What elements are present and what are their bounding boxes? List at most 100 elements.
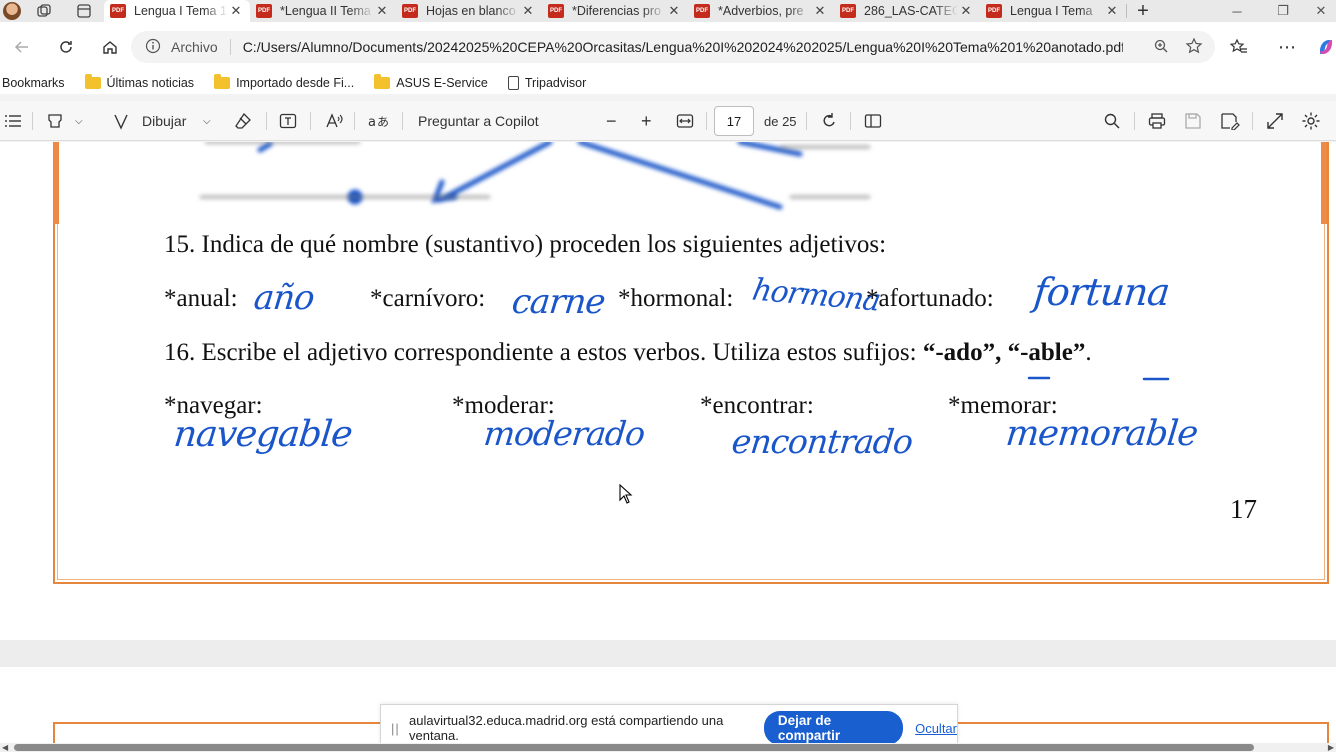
divider <box>229 39 231 55</box>
word-hormonal: *hormonal: <box>618 285 734 312</box>
fit-width-icon[interactable] <box>676 101 694 141</box>
refresh-icon[interactable] <box>44 31 88 63</box>
profile-avatar[interactable] <box>0 0 24 22</box>
suffix-ado: “-ado” <box>922 339 996 366</box>
bookmark-folder-importado[interactable]: Importado desde Fi... <box>214 74 355 90</box>
zoom-out-icon[interactable]: − <box>606 101 617 141</box>
favorite-star-icon[interactable] <box>1185 37 1203 58</box>
tab-hojas-en-blanco[interactable]: PDF Hojas en blanco ✕ <box>396 0 542 22</box>
pdf-page-17: 15. Indica de qué nombre (sustantivo) pr… <box>0 142 1336 640</box>
question-16-text: 16. Escribe el adjetivo correspondiente … <box>164 339 917 366</box>
print-icon[interactable] <box>1148 101 1166 141</box>
bookmark-label: ASUS E-Service <box>396 76 488 90</box>
new-tab-button[interactable]: + <box>1127 0 1159 23</box>
tab-lengua-i-tema-1[interactable]: PDF Lengua I Tema 1 ✕ <box>104 0 250 22</box>
bookmark-item-bookmarks[interactable]: Bookmarks <box>2 76 65 90</box>
highlight-icon[interactable] <box>46 101 64 141</box>
hide-link[interactable]: Ocultar <box>915 721 957 736</box>
url-text[interactable]: C:/Users/Alumno/Documents/20242025%20CEP… <box>243 39 1123 55</box>
translate-icon[interactable]: aあ <box>368 101 388 141</box>
answer-encontrar: encontrado <box>729 422 915 461</box>
answer-moderar: moderado <box>481 414 647 453</box>
bookmark-folder-asus[interactable]: ASUS E-Service <box>374 74 488 90</box>
minimize-icon[interactable]: ─ <box>1214 0 1260 22</box>
pdf-icon: PDF <box>548 4 564 18</box>
suffix-underline-marks <box>1027 376 1170 381</box>
tab-las-categ[interactable]: PDF 286_LAS-CATEG ✕ <box>834 0 980 22</box>
answer-navegar: navegable <box>171 414 354 455</box>
tab-title: Hojas en blanco <box>426 4 516 18</box>
address-bar[interactable]: Archivo C:/Users/Alumno/Documents/202420… <box>131 31 1215 63</box>
tab-actions-icon[interactable] <box>64 0 104 22</box>
answer-memorar: memorable <box>1003 414 1200 454</box>
pdf-viewer[interactable]: 15. Indica de qué nombre (sustantivo) pr… <box>0 142 1336 752</box>
close-icon[interactable]: ✕ <box>1104 3 1120 19</box>
bookmark-label: Importado desde Fi... <box>236 76 355 90</box>
highlight-dropdown-icon[interactable]: ⌵ <box>75 101 83 141</box>
search-icon[interactable] <box>1103 101 1121 141</box>
close-icon[interactable]: ✕ <box>666 3 682 19</box>
contents-icon[interactable] <box>4 101 22 141</box>
answer-anual: año <box>251 278 316 318</box>
text-box-icon[interactable] <box>279 101 297 141</box>
tab-diferencias[interactable]: PDF *Diferencias pro ✕ <box>542 0 688 22</box>
info-icon[interactable] <box>145 38 165 57</box>
save-icon[interactable] <box>1184 101 1202 141</box>
divider <box>850 112 851 130</box>
favorites-icon[interactable] <box>1230 22 1248 72</box>
question-16: 16. Escribe el adjetivo correspondiente … <box>164 339 1092 367</box>
pdf-toolbar: ⌵ Dibujar ⌵ aあ Preguntar a Copilot − + 1… <box>0 101 1336 141</box>
close-icon[interactable]: ✕ <box>520 3 536 19</box>
read-aloud-icon[interactable] <box>325 101 343 141</box>
scroll-right-icon[interactable]: ▶ <box>1328 743 1334 752</box>
bookmark-label: Tripadvisor <box>524 76 587 90</box>
svg-text:あ: あ <box>377 115 388 129</box>
suffix-comma: , <box>995 339 1002 366</box>
settings-gear-icon[interactable] <box>1301 101 1321 141</box>
page-number-input[interactable]: 17 <box>714 106 754 136</box>
copilot-icon[interactable] <box>1316 22 1336 72</box>
close-icon[interactable]: ✕ <box>958 3 974 19</box>
scrollbar-thumb[interactable] <box>14 744 1254 751</box>
more-options-icon[interactable]: ⋯ <box>1278 22 1297 72</box>
tab-title: 286_LAS-CATEG <box>864 4 958 18</box>
zoom-in-icon[interactable]: + <box>641 101 652 141</box>
stop-sharing-button[interactable]: Dejar de compartir <box>763 711 904 745</box>
workspaces-icon[interactable] <box>24 0 64 22</box>
answer-carnivoro: carne <box>509 282 607 322</box>
draw-button[interactable]: Dibujar <box>112 101 186 141</box>
close-icon[interactable]: ✕ <box>374 3 390 19</box>
url-scheme: Archivo <box>171 39 218 55</box>
close-icon[interactable]: ✕ <box>812 3 828 19</box>
home-icon[interactable] <box>88 31 132 63</box>
bookmarks-bar: Bookmarks Últimas noticias Importado des… <box>0 72 1336 94</box>
tab-lengua-ii-tema[interactable]: PDF *Lengua II Tema ✕ <box>250 0 396 22</box>
copilot-label: Preguntar a Copilot <box>418 113 539 129</box>
tab-title: Lengua I Tema <box>1010 4 1093 18</box>
svg-text:a: a <box>368 115 376 130</box>
bookmark-item-tripadvisor[interactable]: Tripadvisor <box>507 76 587 90</box>
scroll-left-icon[interactable]: ◀ <box>2 743 8 752</box>
tab-adverbios[interactable]: PDF *Adverbios, pre ✕ <box>688 0 834 22</box>
ask-copilot-button[interactable]: Preguntar a Copilot <box>418 101 539 141</box>
rotate-icon[interactable] <box>820 101 838 141</box>
window-close-icon[interactable]: ✕ <box>1306 0 1336 22</box>
tab-title: *Adverbios, pre <box>718 4 804 18</box>
save-as-icon[interactable] <box>1220 101 1240 141</box>
tab-lengua-i-tema-b[interactable]: PDF Lengua I Tema ✕ <box>980 0 1126 22</box>
eraser-icon[interactable] <box>234 101 252 141</box>
suffix-able: “-able” <box>1007 339 1086 366</box>
tab-title: Lengua I Tema 1 <box>134 4 227 18</box>
drag-handle-icon[interactable]: || <box>391 721 399 736</box>
zoom-icon[interactable] <box>1153 38 1169 57</box>
page-border-accent <box>53 142 59 224</box>
word-carnivoro: *carnívoro: <box>370 285 486 312</box>
page-view-icon[interactable] <box>864 101 882 141</box>
back-arrow-icon[interactable] <box>0 31 44 63</box>
bookmark-folder-ultimas-noticias[interactable]: Últimas noticias <box>84 74 194 90</box>
fullscreen-icon[interactable] <box>1266 101 1284 141</box>
horizontal-scrollbar[interactable]: ◀ ▶ <box>0 743 1336 752</box>
close-icon[interactable]: ✕ <box>228 3 244 19</box>
restore-icon[interactable]: ❐ <box>1260 0 1306 22</box>
draw-dropdown-icon[interactable]: ⌵ <box>203 101 211 141</box>
